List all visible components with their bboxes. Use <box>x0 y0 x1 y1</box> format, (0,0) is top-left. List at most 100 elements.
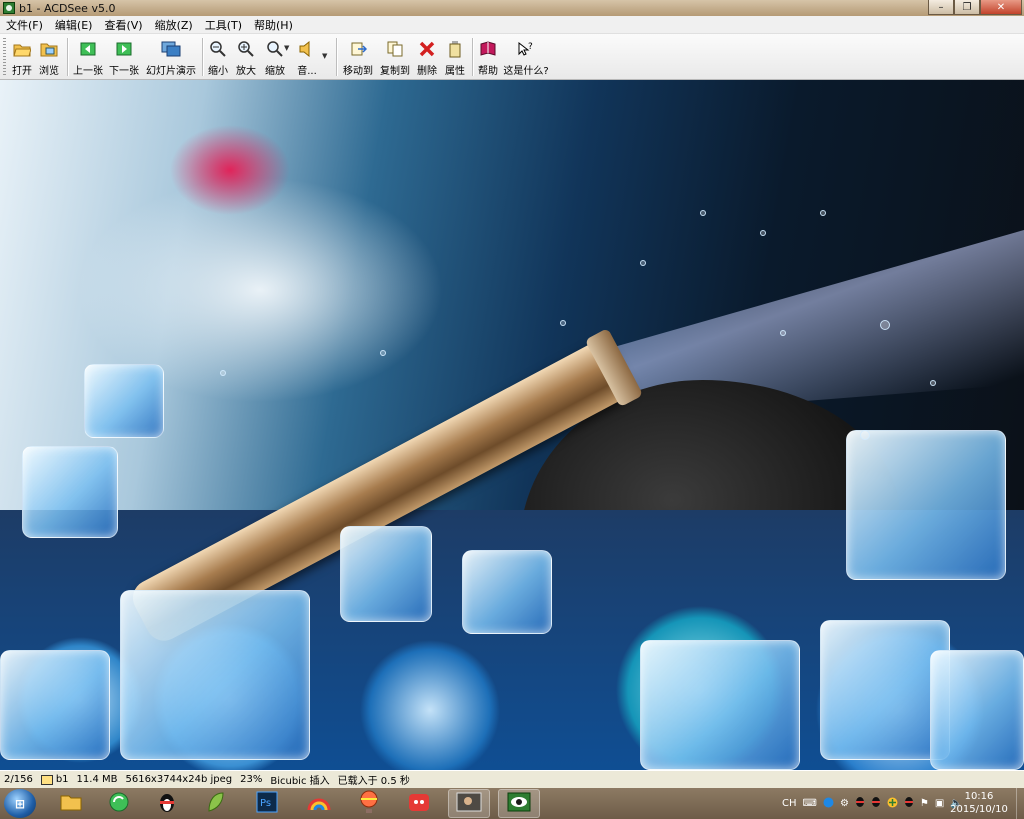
acdsee-app-icon[interactable] <box>3 2 15 14</box>
copy-to-label: 复制到 <box>380 66 410 77</box>
move-icon <box>348 39 368 59</box>
green-app-task[interactable] <box>194 789 236 818</box>
status-filename: b1 <box>55 774 69 785</box>
qq-tray-icon-3[interactable] <box>904 796 914 811</box>
menu-file[interactable]: 文件(F) <box>0 17 49 33</box>
acdsee-task[interactable] <box>498 789 540 818</box>
menu-bar: 文件(F) 编辑(E) 查看(V) 缩放(Z) 工具(T) 帮助(H) <box>0 16 1024 34</box>
ice-cube <box>846 430 1006 580</box>
zoom-out-label: 缩小 <box>208 66 228 77</box>
keyboard-icon[interactable]: ⌨ <box>803 798 817 809</box>
status-filesize: 11.4 MB <box>76 774 118 785</box>
sound-label: 音... <box>297 66 317 77</box>
status-dimensions: 5616x3744x24b jpeg <box>125 774 233 785</box>
zoom-in-button[interactable]: 放大 <box>234 37 258 77</box>
rainbow-app-task[interactable] <box>298 789 340 818</box>
photo-viewer-task[interactable] <box>448 789 490 818</box>
toolbar-grip[interactable] <box>3 38 6 76</box>
zoom-out-icon <box>208 39 228 59</box>
start-button[interactable]: ⊞ <box>4 789 36 818</box>
properties-button[interactable]: 属性 <box>442 37 468 77</box>
image-viewer[interactable] <box>0 80 1024 770</box>
network-tray-icon[interactable]: ▣ <box>935 798 944 809</box>
menu-edit[interactable]: 编辑(E) <box>49 17 99 33</box>
ice-cube <box>22 446 118 538</box>
delete-label: 删除 <box>417 66 437 77</box>
move-to-button[interactable]: 移动到 <box>341 37 375 77</box>
qq-penguin-icon <box>157 791 177 817</box>
photo-thumbnail-icon <box>456 792 482 816</box>
zoom-out-button[interactable]: 缩小 <box>206 37 230 77</box>
help-label: 帮助 <box>478 66 498 77</box>
arrow-right-icon <box>114 39 134 59</box>
status-file: b1 <box>37 774 73 785</box>
ice-cube <box>462 550 552 634</box>
language-indicator[interactable]: CH <box>782 798 797 809</box>
refresh-app-task[interactable] <box>98 789 140 818</box>
slideshow-icon <box>161 39 181 59</box>
show-desktop-button[interactable] <box>1016 788 1024 819</box>
cow-app-task[interactable] <box>398 789 440 818</box>
close-button[interactable]: ✕ <box>980 0 1022 15</box>
delete-button[interactable]: 删除 <box>414 37 440 77</box>
red-cow-icon <box>408 791 430 817</box>
whats-this-button[interactable]: ? 这是什么? <box>503 37 549 77</box>
help-tray-icon[interactable] <box>823 797 834 811</box>
delete-icon <box>417 39 437 59</box>
folder-icon <box>60 793 82 815</box>
clock-time: 10:16 <box>964 791 994 802</box>
photoshop-task[interactable]: Ps <box>246 789 288 818</box>
water-bubble <box>880 320 890 330</box>
title-bar: b1 - ACDSee v5.0 – ❐ ✕ <box>0 0 1024 16</box>
maximize-button[interactable]: ❐ <box>954 0 980 15</box>
sound-dropdown-icon[interactable]: ▼ <box>322 52 327 60</box>
menu-help[interactable]: 帮助(H) <box>248 17 299 33</box>
copy-to-button[interactable]: 复制到 <box>378 37 412 77</box>
qq-task[interactable] <box>146 789 188 818</box>
minimize-button[interactable]: – <box>928 0 954 15</box>
water-bubble <box>820 210 826 216</box>
qq-tray-icon-1[interactable] <box>855 796 865 811</box>
zoom-label: 缩放 <box>265 66 285 77</box>
clock-date: 2015/10/10 <box>950 804 1008 815</box>
prev-button[interactable]: 上一张 <box>72 37 104 77</box>
toolbar: 打开 浏览 上一张 下一张 幻灯片演示 缩小 放大 缩放 ▼ 音... ▼ 移动… <box>0 34 1024 80</box>
skier-figure <box>120 100 360 230</box>
help-button[interactable]: 帮助 <box>476 37 500 77</box>
green-refresh-icon <box>108 791 130 817</box>
qq-tray-icon-2[interactable] <box>871 796 881 811</box>
toolbar-separator <box>202 38 203 76</box>
toolbar-separator <box>472 38 473 76</box>
next-label: 下一张 <box>109 66 139 77</box>
water-bubble <box>700 210 706 216</box>
toolbar-separator <box>336 38 337 76</box>
system-tray: CH ⌨ ⚙ ⚑ ▣ 🔈 <box>782 788 969 819</box>
explorer-task[interactable] <box>50 789 92 818</box>
svg-text:Ps: Ps <box>260 798 271 809</box>
sound-button[interactable]: 音... <box>294 37 320 77</box>
add-tray-icon[interactable] <box>887 797 898 811</box>
next-button[interactable]: 下一张 <box>108 37 140 77</box>
zoom-button[interactable]: 缩放 <box>262 37 288 77</box>
move-to-label: 移动到 <box>343 66 373 77</box>
water-bubble <box>780 330 786 336</box>
balloon-app-task[interactable] <box>348 789 390 818</box>
menu-tools[interactable]: 工具(T) <box>199 17 248 33</box>
open-button[interactable]: 打开 <box>9 37 35 77</box>
properties-label: 属性 <box>445 66 465 77</box>
image-file-icon <box>40 774 53 785</box>
prev-label: 上一张 <box>73 66 103 77</box>
settings-tray-icon[interactable]: ⚙ <box>840 798 849 809</box>
browse-button[interactable]: 浏览 <box>36 37 62 77</box>
ice-cube <box>0 650 110 760</box>
menu-zoom[interactable]: 缩放(Z) <box>149 17 199 33</box>
zoom-dropdown-icon[interactable]: ▼ <box>284 44 289 52</box>
ice-cube <box>930 650 1024 770</box>
water-bubble <box>860 430 870 440</box>
menu-view[interactable]: 查看(V) <box>98 17 148 33</box>
folder-open-icon <box>12 39 32 59</box>
flag-tray-icon[interactable]: ⚑ <box>920 798 929 809</box>
whats-this-label: 这是什么? <box>503 66 549 77</box>
slideshow-button[interactable]: 幻灯片演示 <box>145 37 197 77</box>
tray-clock[interactable]: 10:16 2015/10/10 <box>944 790 1014 816</box>
